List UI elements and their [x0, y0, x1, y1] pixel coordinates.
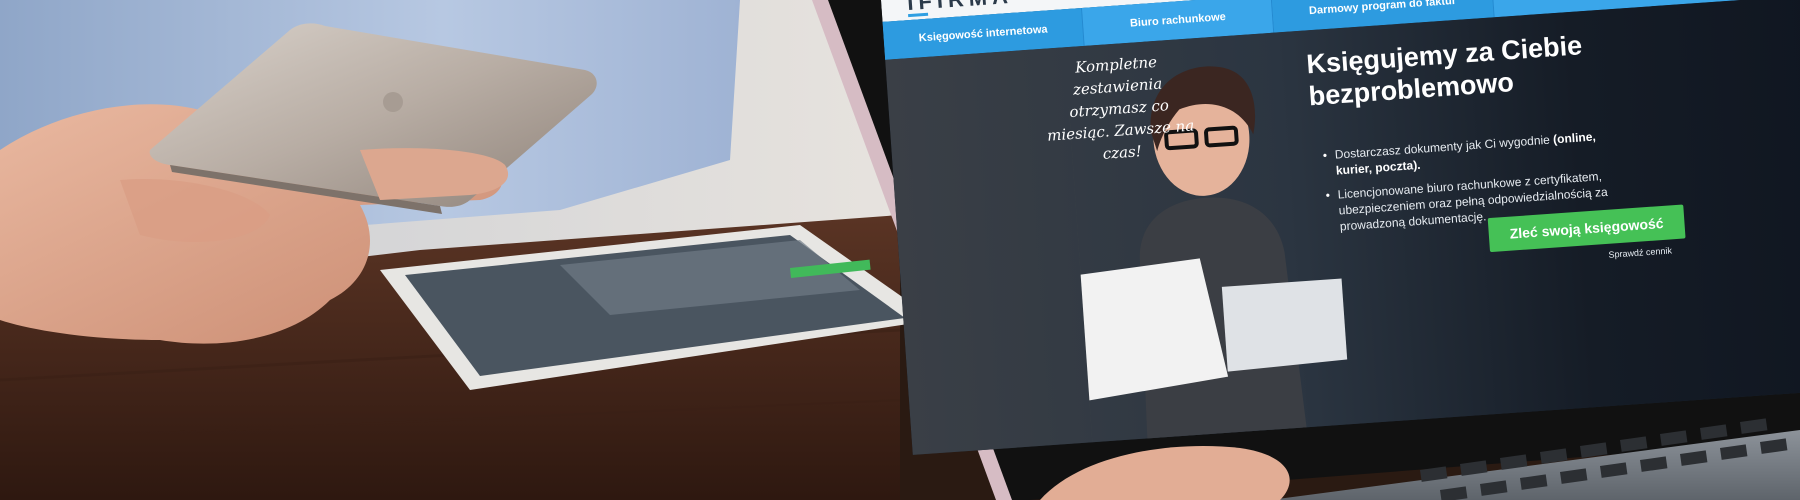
plant: [1064, 339, 1078, 400]
hero-section: Kompletne zestawienia otrzymasz co miesi…: [885, 0, 1800, 455]
price-link[interactable]: Sprawdź cennik: [1608, 245, 1672, 259]
handwritten-note: Kompletne zestawienia otrzymasz co miesi…: [1046, 52, 1195, 163]
laptop-on-desk: [1221, 276, 1352, 372]
photo-scene: IFIRMA Księgowość internetowa Biuro rach…: [0, 0, 1800, 500]
apple-logo-icon: [383, 92, 403, 112]
laptop-screen: IFIRMA Księgowość internetowa Biuro rach…: [880, 0, 1800, 455]
hero-headline: Księgujemy za Ciebie bezproblemowo: [1305, 30, 1583, 112]
logo-underline: [908, 12, 929, 18]
